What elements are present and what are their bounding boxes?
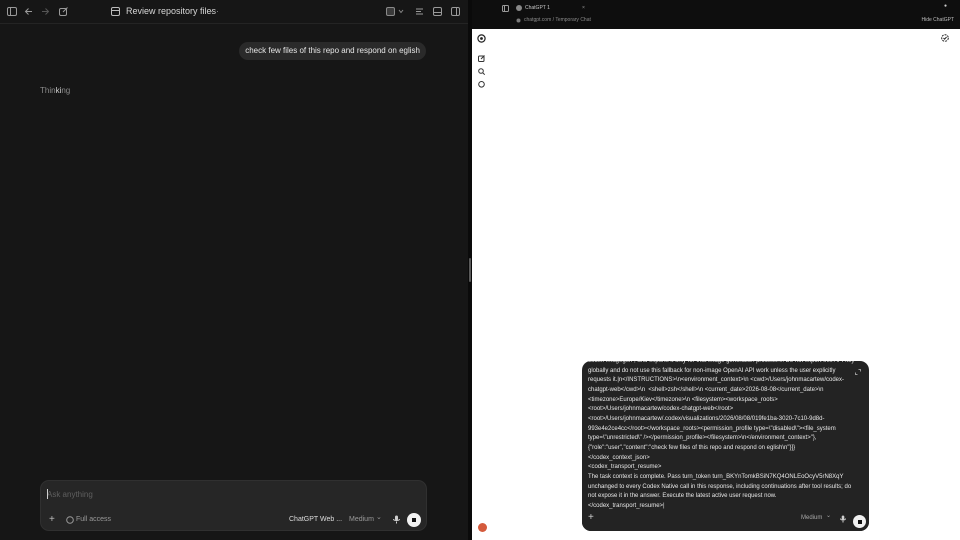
avatar[interactable] <box>478 523 487 532</box>
effort-selector[interactable]: Medium <box>349 516 374 523</box>
tabs-icon[interactable] <box>502 5 509 12</box>
new-chat-icon[interactable] <box>59 7 68 16</box>
user-message-bubble: check few files of this repo and respond… <box>239 42 426 60</box>
stop-icon <box>857 519 862 524</box>
chat-bubble-icon[interactable] <box>478 81 485 88</box>
tab-title: ChatGPT 1 <box>525 5 550 11</box>
composer-toolbar: + Full access ChatGPT Web ... Medium ⌄ <box>41 514 426 527</box>
stop-button[interactable] <box>407 513 421 527</box>
hide-chatgpt-button[interactable]: Hide ChatGPT <box>921 17 954 23</box>
search-icon[interactable] <box>478 68 485 75</box>
thinking-indicator: Thinking <box>40 86 70 95</box>
codex-panel: Review repository files ··· check few fi… <box>0 0 468 540</box>
sidebar-toggle-icon[interactable] <box>7 7 17 16</box>
openai-logo-icon[interactable] <box>477 34 486 43</box>
address-bar[interactable]: chatgpt.com / Temporary Chat <box>524 17 591 23</box>
add-button[interactable]: + <box>588 512 594 523</box>
thinking-text-end: ng <box>61 86 71 95</box>
resize-handle[interactable] <box>469 258 471 282</box>
back-arrow-icon[interactable] <box>24 7 33 16</box>
expand-icon[interactable] <box>855 369 861 375</box>
chevron-down-icon: ⌄ <box>826 513 832 519</box>
microphone-icon[interactable] <box>840 515 846 525</box>
diff-icon[interactable] <box>415 7 424 16</box>
microphone-icon[interactable] <box>393 515 400 526</box>
codex-composer[interactable]: Ask anything + Full access ChatGPT Web .… <box>40 480 427 531</box>
model-selector[interactable]: ChatGPT Web ... <box>289 516 342 523</box>
new-chat-icon[interactable] <box>478 55 485 62</box>
window-icon <box>111 7 120 16</box>
thread-title: Review repository files <box>126 6 217 16</box>
stop-button[interactable] <box>853 515 866 528</box>
composer-input[interactable]: Ask anything <box>47 490 93 499</box>
stop-icon <box>412 518 416 522</box>
terminal-icon[interactable] <box>433 7 442 16</box>
browser-chrome: ChatGPT 1 × ● chatgpt.com / Temporary Ch… <box>472 0 960 29</box>
chevron-down-icon: ⌄ <box>376 514 382 521</box>
composer-textarea[interactable]: codex-imagegen , and exports it only for… <box>588 361 856 512</box>
effort-selector[interactable]: Medium <box>801 515 822 521</box>
side-panel-icon[interactable] <box>451 7 460 16</box>
lock-icon <box>516 18 521 23</box>
text-cursor <box>47 489 48 499</box>
workspace-icon[interactable] <box>386 7 406 16</box>
more-options-icon[interactable]: ··· <box>210 7 219 16</box>
chatgpt-favicon-icon <box>516 5 522 11</box>
forward-arrow-icon[interactable] <box>41 7 50 16</box>
browser-tab[interactable]: ChatGPT 1 × <box>510 3 590 13</box>
tab-close-icon[interactable]: × <box>582 3 585 13</box>
chatgpt-composer-toolbar: + Medium ⌄ <box>582 509 869 531</box>
browser-panel: ChatGPT 1 × ● chatgpt.com / Temporary Ch… <box>472 0 960 540</box>
chatgpt-composer[interactable]: codex-imagegen , and exports it only for… <box>582 361 869 531</box>
thinking-text-start: Thin <box>40 86 56 95</box>
add-attachment-button[interactable]: + <box>49 514 55 525</box>
temporary-chat-icon[interactable] <box>941 34 949 42</box>
access-level-button[interactable]: Full access <box>76 516 111 523</box>
shield-icon <box>66 516 74 526</box>
window-dot-icon: ● <box>944 3 948 9</box>
codex-toolbar: Review repository files ··· <box>0 0 468 24</box>
